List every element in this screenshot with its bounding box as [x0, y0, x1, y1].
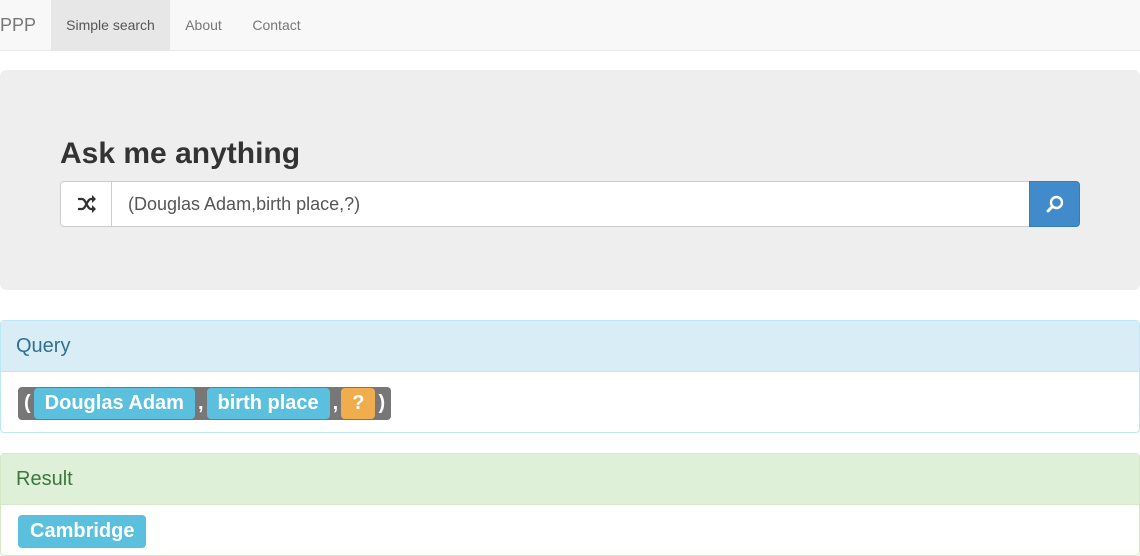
shuffle-button[interactable]: [60, 181, 112, 227]
separator: ,: [332, 392, 339, 414]
brand-link[interactable]: PPP: [0, 0, 36, 50]
subject-label: Douglas Adam: [33, 388, 195, 419]
separator: ,: [197, 392, 204, 414]
query-triple: ( Douglas Adam , birth place , ? ): [18, 387, 392, 420]
nav-simple-search[interactable]: Simple search: [51, 0, 170, 50]
result-panel: Result Cambridge: [0, 453, 1140, 556]
page-title: Ask me anything: [60, 137, 301, 170]
query-panel: Query ( Douglas Adam , birth place , ? ): [0, 320, 1140, 433]
open-paren: (: [24, 392, 31, 414]
result-label: Cambridge: [18, 515, 147, 548]
search-jumbotron: Ask me anything: [0, 70, 1140, 290]
result-panel-heading: Result: [1, 454, 1139, 505]
query-panel-heading: Query: [1, 321, 1139, 372]
search-button[interactable]: [1029, 181, 1080, 227]
object-label: ?: [341, 388, 376, 419]
navbar: PPP Simple search About Contact: [0, 0, 1140, 51]
predicate-label: birth place: [206, 388, 330, 419]
query-input[interactable]: [111, 181, 1030, 227]
nav-contact[interactable]: Contact: [237, 0, 316, 50]
nav-about[interactable]: About: [170, 0, 237, 50]
close-paren: ): [378, 392, 386, 414]
shuffle-icon: [78, 195, 96, 213]
search-icon: [1046, 195, 1064, 213]
